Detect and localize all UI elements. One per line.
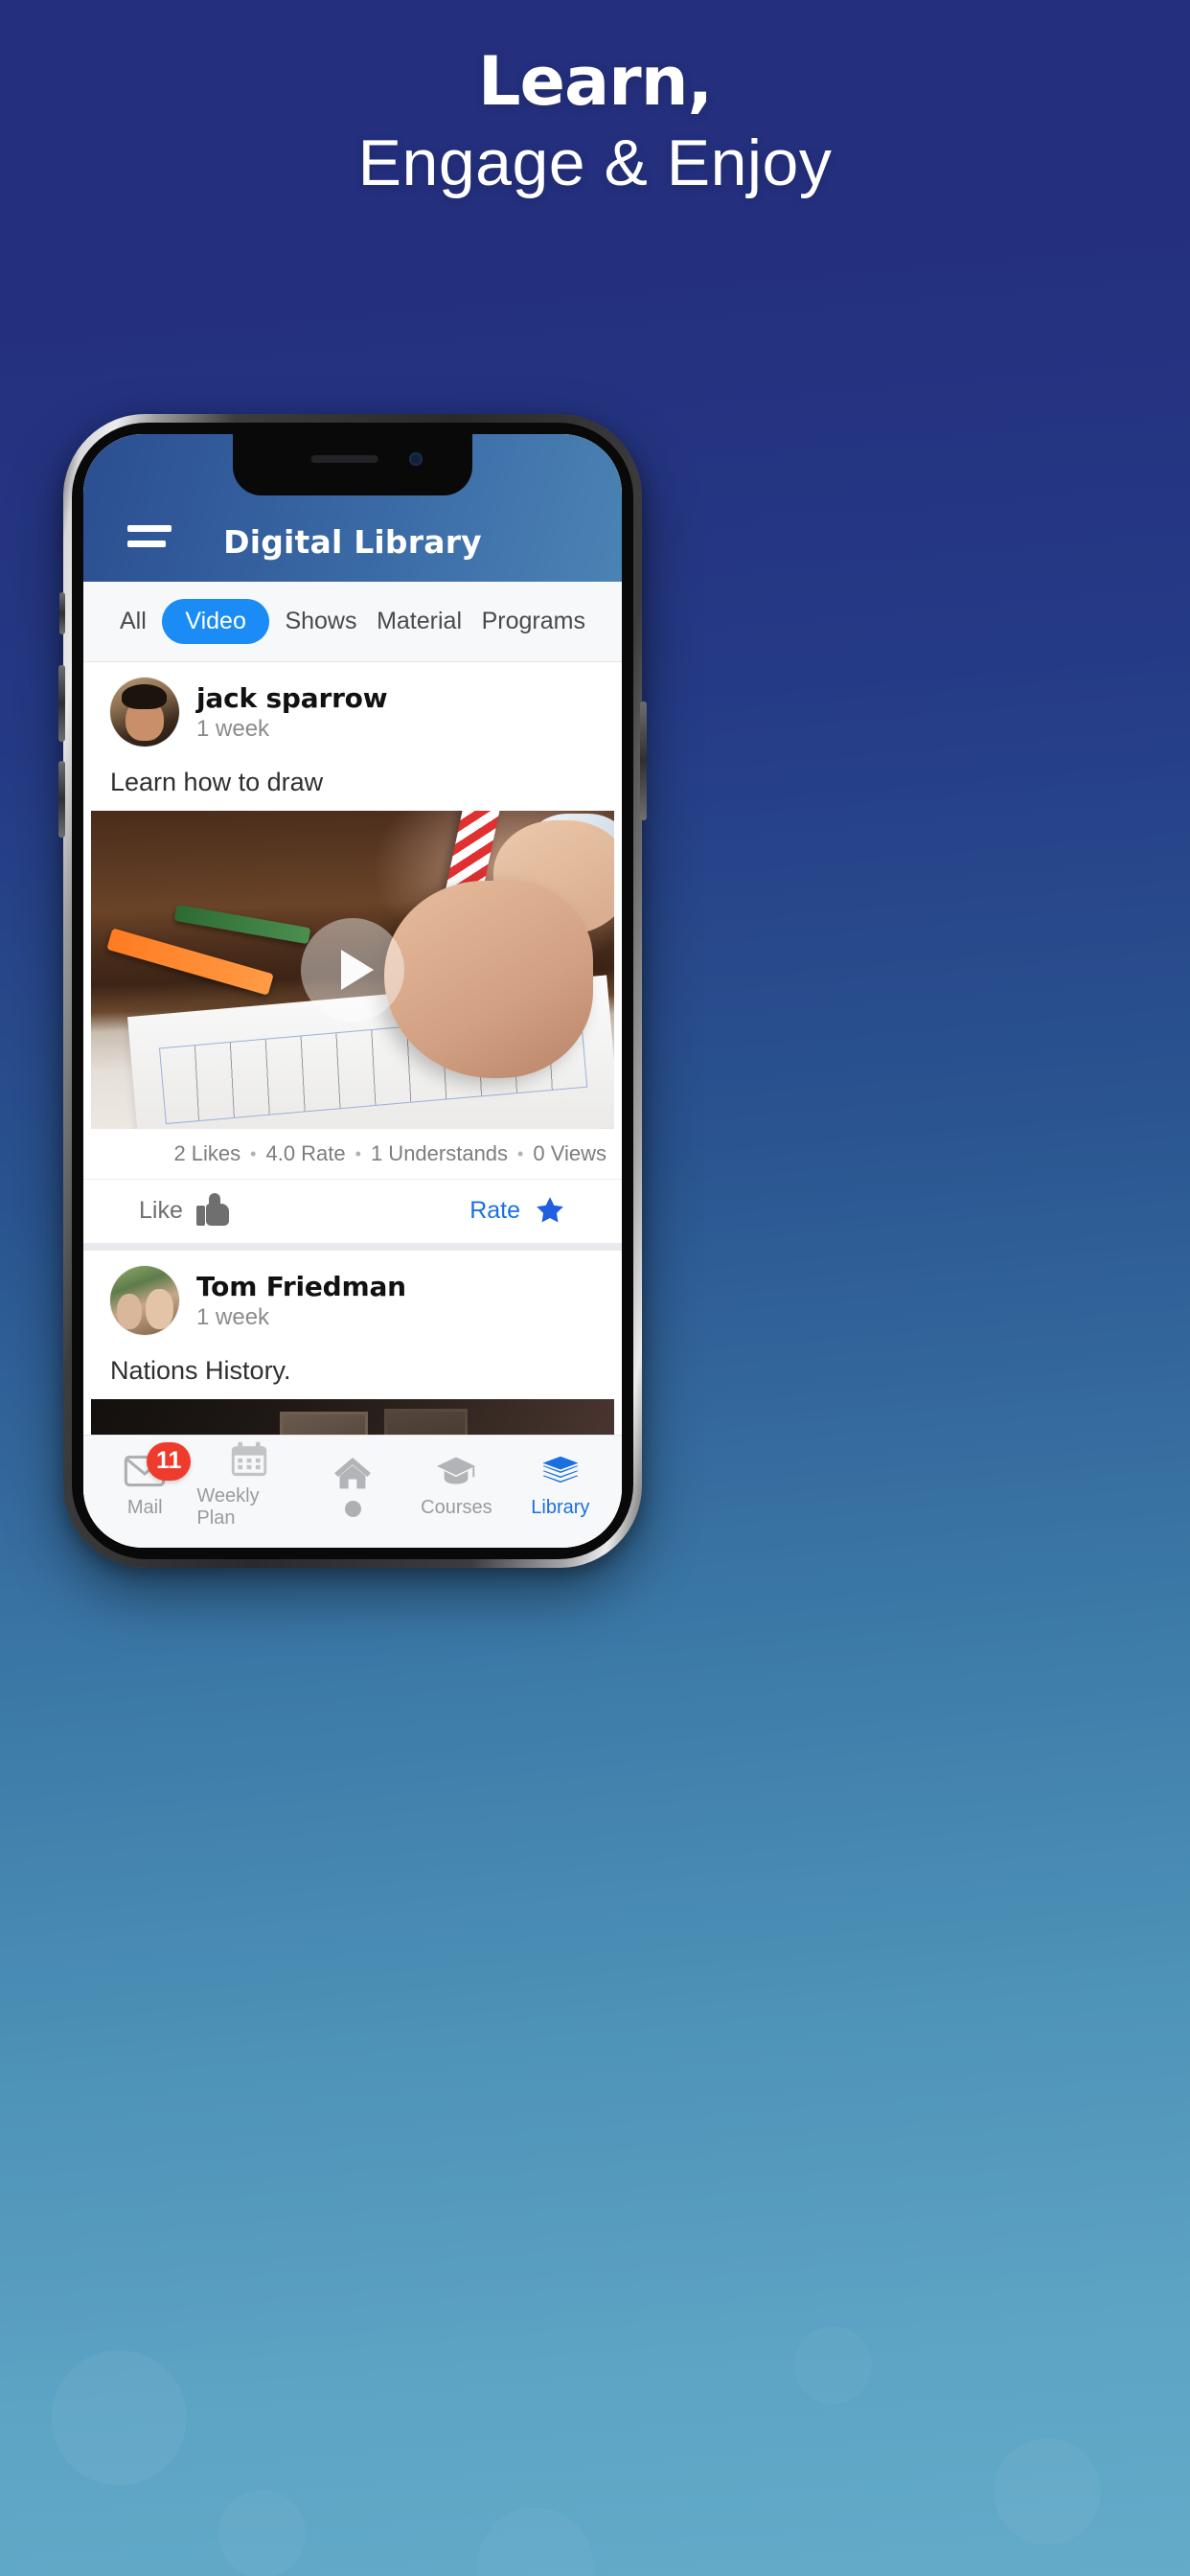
avatar[interactable]: [110, 1266, 179, 1335]
nav-item-home[interactable]: [301, 1454, 404, 1517]
post-author[interactable]: Tom Friedman: [196, 1271, 406, 1302]
nav-item-courses[interactable]: Courses: [404, 1452, 508, 1519]
stat-likes: 2 Likes: [173, 1141, 241, 1165]
filter-tab-bar: All Video Shows Material Programs: [83, 582, 622, 662]
volume-down-button[interactable]: [58, 761, 65, 838]
play-icon[interactable]: [301, 918, 404, 1022]
app-container: Digital Library All Video Shows Material…: [83, 434, 622, 1548]
stat-separator: •: [517, 1143, 524, 1163]
hamburger-line-1: [127, 525, 172, 532]
nav-label-library: Library: [531, 1496, 590, 1518]
tab-video[interactable]: Video: [162, 599, 269, 644]
tab-material[interactable]: Material: [373, 599, 466, 644]
stat-separator: •: [250, 1143, 257, 1163]
mute-switch[interactable]: [59, 592, 65, 634]
post-author[interactable]: jack sparrow: [196, 682, 388, 714]
wall-portrait: [383, 1408, 469, 1435]
nav-label-mail: Mail: [126, 1496, 163, 1518]
nav-item-mail[interactable]: 11 Mail: [93, 1441, 196, 1519]
nav-item-weekly-plan[interactable]: Weekly Plan: [196, 1440, 300, 1530]
headline-line-2: Engage & Enjoy: [357, 126, 833, 199]
post-stats: 2 Likes • 4.0 Rate • 1 Understands • 0 V…: [83, 1129, 622, 1179]
phone-notch: [233, 434, 472, 495]
post-card: Tom Friedman 1 week Nations History.: [83, 1251, 622, 1435]
tab-shows[interactable]: Shows: [281, 599, 360, 644]
stat-views: 0 Views: [533, 1141, 606, 1165]
video-thumbnail[interactable]: [91, 811, 614, 1129]
poster-headline: Learn, Engage & Enjoy: [0, 46, 1190, 201]
volume-up-button[interactable]: [58, 665, 65, 742]
tab-all[interactable]: All: [116, 599, 150, 644]
stat-separator: •: [355, 1143, 361, 1163]
video-image-talk: e 19 Age 47: [91, 1399, 614, 1435]
tab-programs[interactable]: Programs: [478, 599, 589, 644]
stat-rate: 4.0 Rate: [265, 1141, 346, 1165]
post-meta: Tom Friedman 1 week: [196, 1271, 406, 1331]
post-caption: Learn how to draw: [110, 768, 324, 796]
post-meta: jack sparrow 1 week: [196, 682, 388, 743]
hamburger-icon[interactable]: [127, 525, 172, 547]
phone-screen: Digital Library All Video Shows Material…: [83, 434, 622, 1548]
nav-label-courses: Courses: [421, 1496, 492, 1518]
earpiece-speaker: [310, 455, 378, 463]
thumbs-up-icon: [195, 1193, 229, 1226]
home-icon: [331, 1454, 375, 1492]
nav-label-weekly-plan: Weekly Plan: [196, 1485, 260, 1529]
post-actions: Like Rate: [83, 1179, 622, 1243]
mail-badge: 11: [147, 1441, 192, 1481]
phone-mockup: Digital Library All Video Shows Material…: [58, 414, 647, 1568]
rate-label: Rate: [469, 1196, 520, 1224]
wall-portrait: [279, 1412, 369, 1435]
bottom-navigation: 11 Mail Weekly Plan Courses Library: [83, 1435, 622, 1548]
post-card: jack sparrow 1 week Learn how to draw 2 …: [83, 662, 622, 1243]
post-caption: Nations History.: [110, 1356, 291, 1385]
video-thumbnail[interactable]: e 19 Age 47: [91, 1399, 614, 1435]
post-header: jack sparrow 1 week: [83, 662, 622, 754]
like-button[interactable]: Like: [139, 1193, 229, 1226]
graduation-cap-icon: [434, 1452, 478, 1490]
nav-item-library[interactable]: Library: [509, 1452, 612, 1519]
books-icon: [538, 1452, 583, 1490]
post-feed[interactable]: jack sparrow 1 week Learn how to draw 2 …: [83, 662, 622, 1435]
post-timestamp: 1 week: [196, 715, 270, 742]
headline-line-1: Learn,: [477, 42, 713, 121]
avatar[interactable]: [110, 678, 179, 747]
post-timestamp: 1 week: [196, 1303, 270, 1330]
stat-understands: 1 Understands: [370, 1141, 509, 1165]
post-header: Tom Friedman 1 week: [83, 1251, 622, 1343]
rate-button[interactable]: Rate: [469, 1195, 566, 1226]
mail-icon: 11: [123, 1441, 192, 1490]
front-camera-icon: [409, 452, 423, 466]
calendar-icon: [227, 1440, 271, 1479]
power-button[interactable]: [640, 702, 647, 820]
hamburger-line-2: [127, 540, 166, 547]
like-label: Like: [139, 1196, 183, 1224]
star-icon: [534, 1195, 566, 1226]
home-indicator-dot: [344, 1500, 361, 1517]
